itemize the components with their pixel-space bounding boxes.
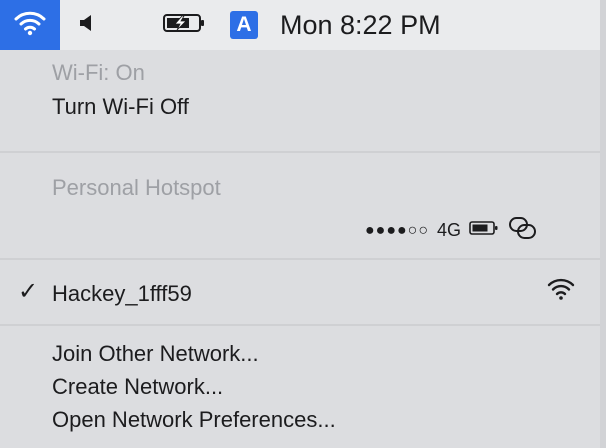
- window-edge: [600, 0, 606, 448]
- battery-charging-icon: [162, 12, 206, 39]
- input-source-icon[interactable]: A: [230, 11, 258, 39]
- input-source-label: A: [236, 13, 252, 36]
- network-type-label: 4G: [436, 220, 461, 240]
- network-item-hackey[interactable]: Hackey_1fff59: [52, 281, 192, 307]
- volume-icon: [78, 13, 94, 38]
- connected-checkmark: ✓: [18, 278, 39, 305]
- volume-menu-extra[interactable]: [68, 0, 104, 50]
- create-network-item[interactable]: Create Network...: [52, 374, 223, 400]
- hotspot-link-icon: [507, 215, 539, 246]
- cellular-signal-dots: ●●●●○○: [365, 221, 429, 239]
- hotspot-status-row[interactable]: ●●●●○○ 4G: [365, 215, 539, 246]
- wifi-icon: [13, 9, 47, 42]
- menu-separator: [0, 258, 606, 260]
- join-other-network-item[interactable]: Join Other Network...: [52, 341, 259, 367]
- wifi-status-label: Wi-Fi: On: [52, 60, 145, 85]
- personal-hotspot-header: Personal Hotspot: [52, 175, 221, 200]
- battery-menu-extra[interactable]: [154, 0, 214, 50]
- open-network-preferences-item[interactable]: Open Network Preferences...: [52, 407, 336, 433]
- menu-bar: A Mon 8:22 PM: [0, 0, 606, 50]
- wifi-menu-extra[interactable]: [0, 0, 60, 50]
- menu-separator: [0, 151, 606, 153]
- menu-separator: [0, 324, 606, 326]
- wifi-signal-icon: [546, 276, 576, 307]
- menu-bar-clock[interactable]: Mon 8:22 PM: [280, 10, 441, 41]
- wifi-dropdown-menu: Wi-Fi: On Turn Wi-Fi Off Personal Hotspo…: [0, 50, 606, 448]
- hotspot-battery-icon: [469, 220, 499, 241]
- turn-wifi-off-item[interactable]: Turn Wi-Fi Off: [52, 94, 189, 120]
